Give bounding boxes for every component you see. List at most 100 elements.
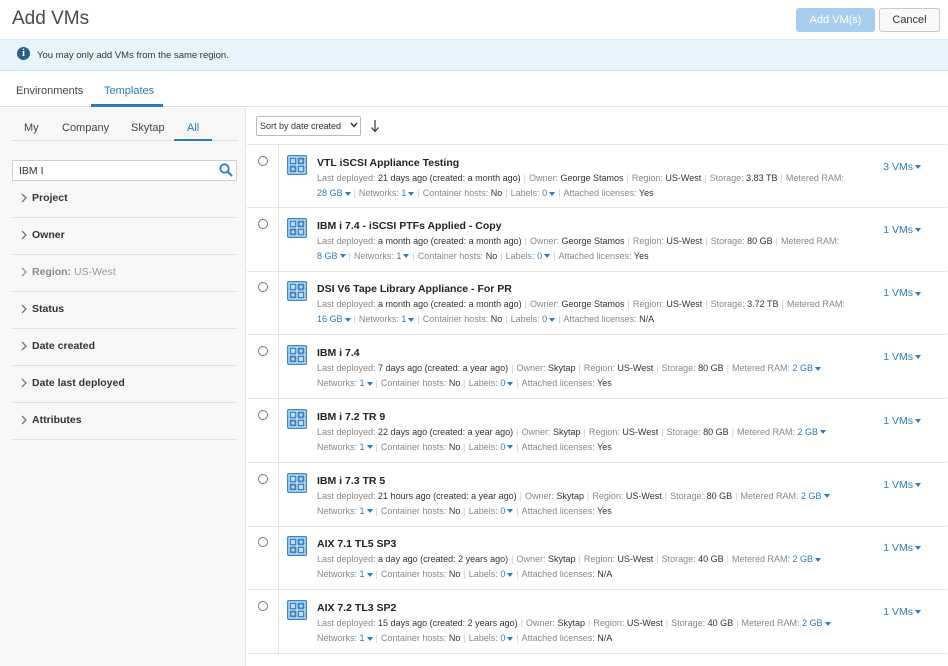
arrow-down-icon[interactable]	[370, 119, 380, 133]
field-separator: |	[524, 299, 527, 310]
template-name[interactable]: IBM i 7.2 TR 9	[317, 411, 385, 423]
metered-ram-dropdown[interactable]: 8 GB	[317, 251, 346, 261]
labels-dropdown[interactable]: 0	[542, 314, 556, 324]
template-row[interactable]: IBM i 7.2 TR 9 Last deployed: 22 days ag…	[247, 398, 947, 463]
networks-dropdown[interactable]: 1	[360, 569, 373, 579]
networks-dropdown[interactable]: 1	[360, 378, 373, 388]
last-deployed-label: Last deployed:	[317, 363, 379, 374]
sort-select[interactable]: Sort by date created	[256, 116, 361, 136]
labels-dropdown[interactable]: 0	[500, 633, 514, 643]
labels-dropdown[interactable]: 0	[500, 442, 514, 452]
vms-dropdown[interactable]: 1 VMs	[883, 479, 921, 491]
container-hosts-value: No	[490, 314, 503, 325]
labels-dropdown[interactable]: 0	[542, 188, 556, 198]
attached-licenses-value: Yes	[597, 441, 612, 452]
tab-environments[interactable]: Environments	[16, 85, 83, 97]
field-separator: |	[656, 554, 659, 565]
field-separator: |	[627, 299, 630, 310]
caret-down-icon	[366, 381, 373, 386]
field-separator: |	[375, 378, 378, 389]
vms-dropdown[interactable]: 1 VMs	[883, 606, 921, 618]
metered-ram-dropdown[interactable]: 16 GB	[317, 314, 351, 324]
filter-status[interactable]: Status	[12, 292, 237, 329]
add-vms-button[interactable]: Add VM(s)	[796, 8, 875, 32]
select-radio[interactable]	[258, 218, 268, 229]
filter-project[interactable]: Project	[12, 181, 237, 218]
template-name[interactable]: IBM i 7.4	[317, 347, 360, 359]
metered-ram-label: Metered RAM:	[736, 426, 798, 437]
attached-licenses-label: Attached licenses:	[563, 314, 640, 325]
cancel-button[interactable]: Cancel	[879, 8, 940, 32]
caret-down-icon	[549, 191, 556, 196]
vms-dropdown[interactable]: 1 VMs	[883, 224, 921, 236]
template-name[interactable]: IBM i 7.3 TR 5	[317, 475, 385, 487]
networks-dropdown[interactable]: 1	[401, 188, 415, 198]
template-name[interactable]: AIX 7.1 TL5 SP3	[317, 538, 396, 550]
labels-dropdown[interactable]: 0	[500, 569, 514, 579]
select-radio[interactable]	[258, 282, 268, 293]
networks-dropdown[interactable]: 1	[401, 314, 415, 324]
metered-ram-dropdown[interactable]: 2 GB	[792, 554, 821, 564]
search-icon[interactable]	[219, 163, 233, 177]
owner-value: Skytap	[547, 554, 576, 565]
template-row[interactable]: AIX 7.2 TL3 SP2 Last deployed: 15 days a…	[247, 589, 947, 654]
field-separator: |	[587, 490, 590, 501]
template-name[interactable]: DSI V6 Tape Library Appliance - For PR	[317, 283, 512, 295]
template-row[interactable]: IBM i 7.3 TR 5 Last deployed: 21 hours a…	[247, 462, 947, 527]
template-meta-line-1: Last deployed: 7 days ago (created: a ye…	[317, 363, 821, 373]
metered-ram-dropdown[interactable]: 2 GB	[792, 363, 821, 373]
vms-dropdown[interactable]: 1 VMs	[883, 542, 921, 554]
attached-licenses-value: Yes	[597, 378, 612, 389]
networks-dropdown[interactable]: 1	[396, 251, 410, 261]
container-hosts-label: Container hosts:	[417, 250, 486, 261]
networks-dropdown[interactable]: 1	[360, 506, 373, 516]
owner-label: Owner:	[529, 235, 562, 246]
filter-region[interactable]: Region: US-West	[12, 255, 237, 292]
select-radio[interactable]	[258, 156, 268, 166]
filter-tab-my[interactable]: My	[24, 122, 39, 134]
vms-dropdown[interactable]: 1 VMs	[883, 415, 921, 427]
filter-date-last-deployed[interactable]: Date last deployed	[12, 366, 237, 403]
search-input[interactable]	[12, 160, 237, 181]
vms-dropdown[interactable]: 1 VMs	[883, 351, 921, 363]
metered-ram-dropdown[interactable]: 2 GB	[798, 427, 827, 437]
labels-dropdown[interactable]: 0	[500, 506, 514, 516]
template-name[interactable]: VTL iSCSI Appliance Testing	[317, 157, 459, 169]
template-meta-line-2: 8 GB | Networks: 1 | Container hosts: No | Lab…	[317, 251, 649, 261]
field-separator: |	[375, 569, 378, 580]
template-row[interactable]: DSI V6 Tape Library Appliance - For PR L…	[247, 271, 947, 336]
metered-ram-dropdown[interactable]: 2 GB	[802, 618, 831, 628]
field-separator: |	[705, 235, 708, 246]
template-name[interactable]: IBM i 7.4 - iSCSI PTFs Applied - Copy	[317, 220, 502, 232]
select-radio[interactable]	[258, 346, 268, 357]
template-row[interactable]: AIX 7.1 TL5 SP3 Last deployed: a day ago…	[247, 526, 947, 591]
filter-tab-skytap[interactable]: Skytap	[131, 122, 165, 134]
tab-templates[interactable]: Templates	[104, 85, 154, 97]
select-radio[interactable]	[258, 473, 268, 484]
metered-ram-dropdown[interactable]: 28 GB	[317, 188, 351, 198]
storage-value: 80 GB	[698, 363, 724, 374]
vms-dropdown[interactable]: 1 VMs	[883, 287, 921, 299]
template-row[interactable]: VTL iSCSI Appliance Testing Last deploye…	[247, 144, 947, 208]
select-radio[interactable]	[258, 409, 268, 420]
labels-dropdown[interactable]: 0	[537, 251, 551, 261]
networks-dropdown[interactable]: 1	[360, 633, 373, 643]
vms-dropdown[interactable]: 3 VMs	[883, 161, 921, 173]
storage-label: Storage:	[710, 299, 748, 310]
filter-date-created[interactable]: Date created	[12, 329, 237, 366]
select-radio[interactable]	[258, 600, 268, 611]
filter-owner[interactable]: Owner	[12, 218, 237, 255]
template-name[interactable]: AIX 7.2 TL3 SP2	[317, 602, 396, 614]
container-hosts-value: No	[448, 441, 461, 452]
select-radio[interactable]	[258, 537, 268, 548]
filter-tab-company[interactable]: Company	[62, 122, 109, 134]
labels-dropdown[interactable]: 0	[500, 378, 514, 388]
field-separator: |	[417, 314, 420, 325]
filter-tab-all[interactable]: All	[187, 122, 199, 134]
networks-dropdown[interactable]: 1	[360, 442, 373, 452]
template-row[interactable]: IBM i 7.4 Last deployed: 7 days ago (cre…	[247, 335, 947, 400]
template-row[interactable]: IBM i 7.4 - iSCSI PTFs Applied - Copy La…	[247, 207, 947, 272]
metered-ram-dropdown[interactable]: 2 GB	[801, 491, 830, 501]
caret-down-icon	[915, 610, 921, 615]
filter-attributes[interactable]: Attributes	[12, 403, 237, 440]
